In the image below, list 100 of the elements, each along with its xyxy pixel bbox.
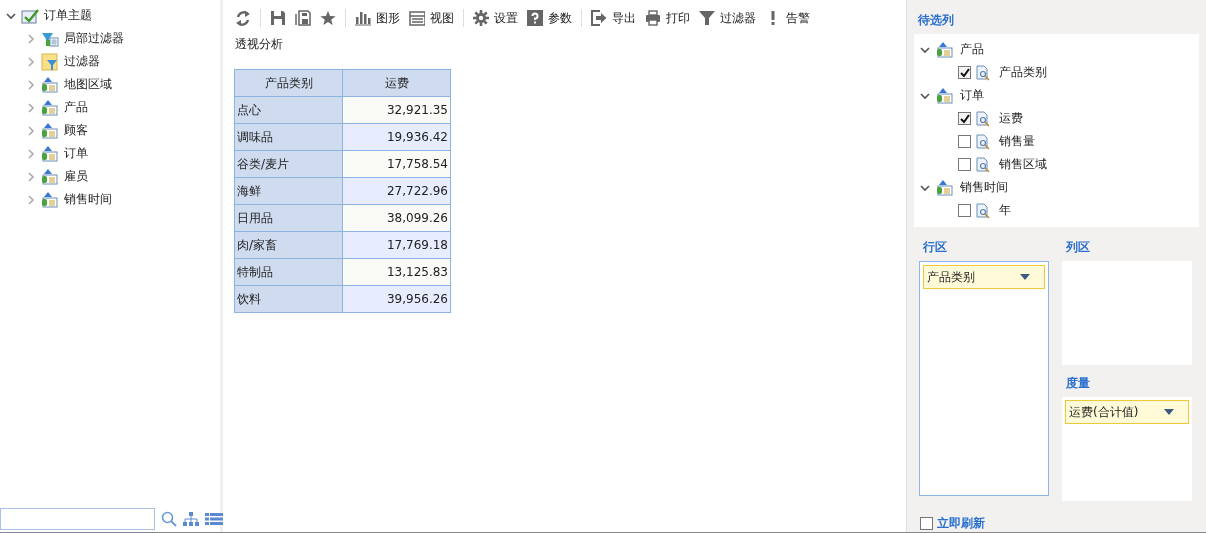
- section-title: 列区: [1065, 239, 1091, 256]
- expand-chevron-icon[interactable]: [26, 33, 36, 44]
- row-header: 日用品: [234, 204, 343, 232]
- tree-item[interactable]: 局部过滤器: [64, 30, 124, 47]
- help-icon: [527, 10, 543, 26]
- field-dropdown[interactable]: 运费(合计值): [1065, 400, 1189, 424]
- row-header: 海鲜: [234, 177, 343, 205]
- collapse-chevron-icon[interactable]: [6, 10, 16, 21]
- expand-chevron-icon[interactable]: [26, 171, 36, 182]
- table-cell: 32,921.35: [342, 96, 451, 124]
- dimension-icon: [936, 87, 954, 104]
- drop-zone[interactable]: 运费(合计值): [1062, 397, 1192, 501]
- toolbar-button[interactable]: 设置: [473, 9, 518, 27]
- row-header: 肉/家畜: [234, 231, 343, 259]
- bar-chart-icon: [355, 10, 371, 26]
- tree-item[interactable]: 订单: [960, 87, 984, 104]
- dimension-icon: [41, 122, 59, 139]
- column-header: 产品类别: [234, 69, 343, 97]
- field-item[interactable]: 产品类别: [999, 64, 1047, 81]
- star-icon[interactable]: [320, 10, 336, 26]
- checkbox[interactable]: [958, 135, 971, 148]
- table-cell: 19,936.42: [342, 123, 451, 151]
- checkbox[interactable]: [958, 158, 971, 171]
- expand-chevron-icon[interactable]: [26, 56, 36, 67]
- tree-item[interactable]: 雇员: [64, 168, 88, 185]
- field-icon: [975, 64, 991, 81]
- checkbox[interactable]: [958, 204, 971, 217]
- dimension-icon: [41, 168, 59, 185]
- list-view-icon[interactable]: [205, 513, 223, 525]
- table-cell: 27,722.96: [342, 177, 451, 205]
- tree-item[interactable]: 产品: [960, 41, 984, 58]
- toolbar-button[interactable]: 告警: [765, 9, 810, 27]
- table-cell: 13,125.83: [342, 258, 451, 286]
- layout-icon: [409, 10, 425, 26]
- field-item[interactable]: 销售量: [999, 133, 1035, 150]
- tree-item[interactable]: 地图区域: [64, 76, 112, 93]
- field-item[interactable]: 销售区域: [999, 156, 1047, 173]
- row-header: 谷类/麦片: [234, 150, 343, 178]
- dimension-icon: [41, 145, 59, 162]
- search-icon[interactable]: [161, 511, 177, 527]
- tree-item[interactable]: 顾客: [64, 122, 88, 139]
- dropdown-arrow-icon: [1164, 409, 1174, 415]
- expand-chevron-icon[interactable]: [26, 148, 36, 159]
- field-icon: [975, 133, 991, 150]
- toolbar-button[interactable]: 图形: [355, 9, 400, 27]
- field-icon: [975, 202, 991, 219]
- dimension-icon: [41, 99, 59, 116]
- tree-item[interactable]: 销售时间: [960, 179, 1008, 196]
- checkbox[interactable]: [958, 66, 971, 79]
- expand-chevron-icon[interactable]: [26, 79, 36, 90]
- table-cell: 17,758.54: [342, 150, 451, 178]
- filter-icon: [699, 10, 715, 26]
- search-field[interactable]: [0, 508, 155, 530]
- toolbar-button[interactable]: 过滤器: [699, 9, 756, 27]
- dimension-icon: [41, 191, 59, 208]
- tree-item[interactable]: 订单: [64, 145, 88, 162]
- dimension-icon: [41, 76, 59, 93]
- save-icon[interactable]: [270, 10, 286, 26]
- field-dropdown[interactable]: 产品类别: [923, 265, 1045, 289]
- document-icon[interactable]: [295, 10, 311, 26]
- column-header: 运费: [342, 69, 451, 97]
- checkbox[interactable]: [958, 112, 971, 125]
- checkbox-label[interactable]: 立即刷新: [937, 515, 985, 532]
- table-cell: 39,956.26: [342, 285, 451, 313]
- drop-zone[interactable]: 产品类别: [919, 261, 1049, 496]
- dimension-icon: [936, 41, 954, 58]
- settings-icon: [473, 10, 489, 26]
- section-title: 度量: [1065, 375, 1091, 392]
- tree-item[interactable]: 过滤器: [64, 53, 100, 70]
- checked-folder-icon: [21, 7, 39, 24]
- collapse-chevron-icon[interactable]: [920, 90, 930, 101]
- tree-item[interactable]: 销售时间: [64, 191, 112, 208]
- field-item[interactable]: 年: [999, 202, 1011, 219]
- expand-chevron-icon[interactable]: [26, 125, 36, 136]
- toolbar-button[interactable]: 导出: [591, 9, 636, 27]
- tree-view-icon[interactable]: [183, 512, 199, 526]
- dimension-icon: [936, 179, 954, 196]
- table-cell: 38,099.26: [342, 204, 451, 232]
- refresh-icon[interactable]: [235, 10, 251, 26]
- collapse-chevron-icon[interactable]: [920, 182, 930, 193]
- collapse-chevron-icon[interactable]: [920, 44, 930, 55]
- row-header: 调味品: [234, 123, 343, 151]
- checkbox[interactable]: [920, 517, 933, 530]
- filter-icon: [41, 52, 59, 71]
- export-icon: [591, 10, 607, 26]
- row-header: 点心: [234, 96, 343, 124]
- field-icon: [975, 110, 991, 127]
- expand-chevron-icon[interactable]: [26, 102, 36, 113]
- toolbar-button[interactable]: 参数: [527, 9, 572, 27]
- section-title: 待选列: [917, 12, 955, 29]
- field-icon: [975, 156, 991, 173]
- table-cell: 17,769.18: [342, 231, 451, 259]
- row-header: 特制品: [234, 258, 343, 286]
- tree-item[interactable]: 产品: [64, 99, 88, 116]
- row-header: 饮料: [234, 285, 343, 313]
- tree-item[interactable]: 订单主题: [44, 7, 92, 24]
- field-item[interactable]: 运费: [999, 110, 1023, 127]
- toolbar-button[interactable]: 视图: [409, 9, 454, 27]
- toolbar-button[interactable]: 打印: [645, 9, 690, 27]
- expand-chevron-icon[interactable]: [26, 194, 36, 205]
